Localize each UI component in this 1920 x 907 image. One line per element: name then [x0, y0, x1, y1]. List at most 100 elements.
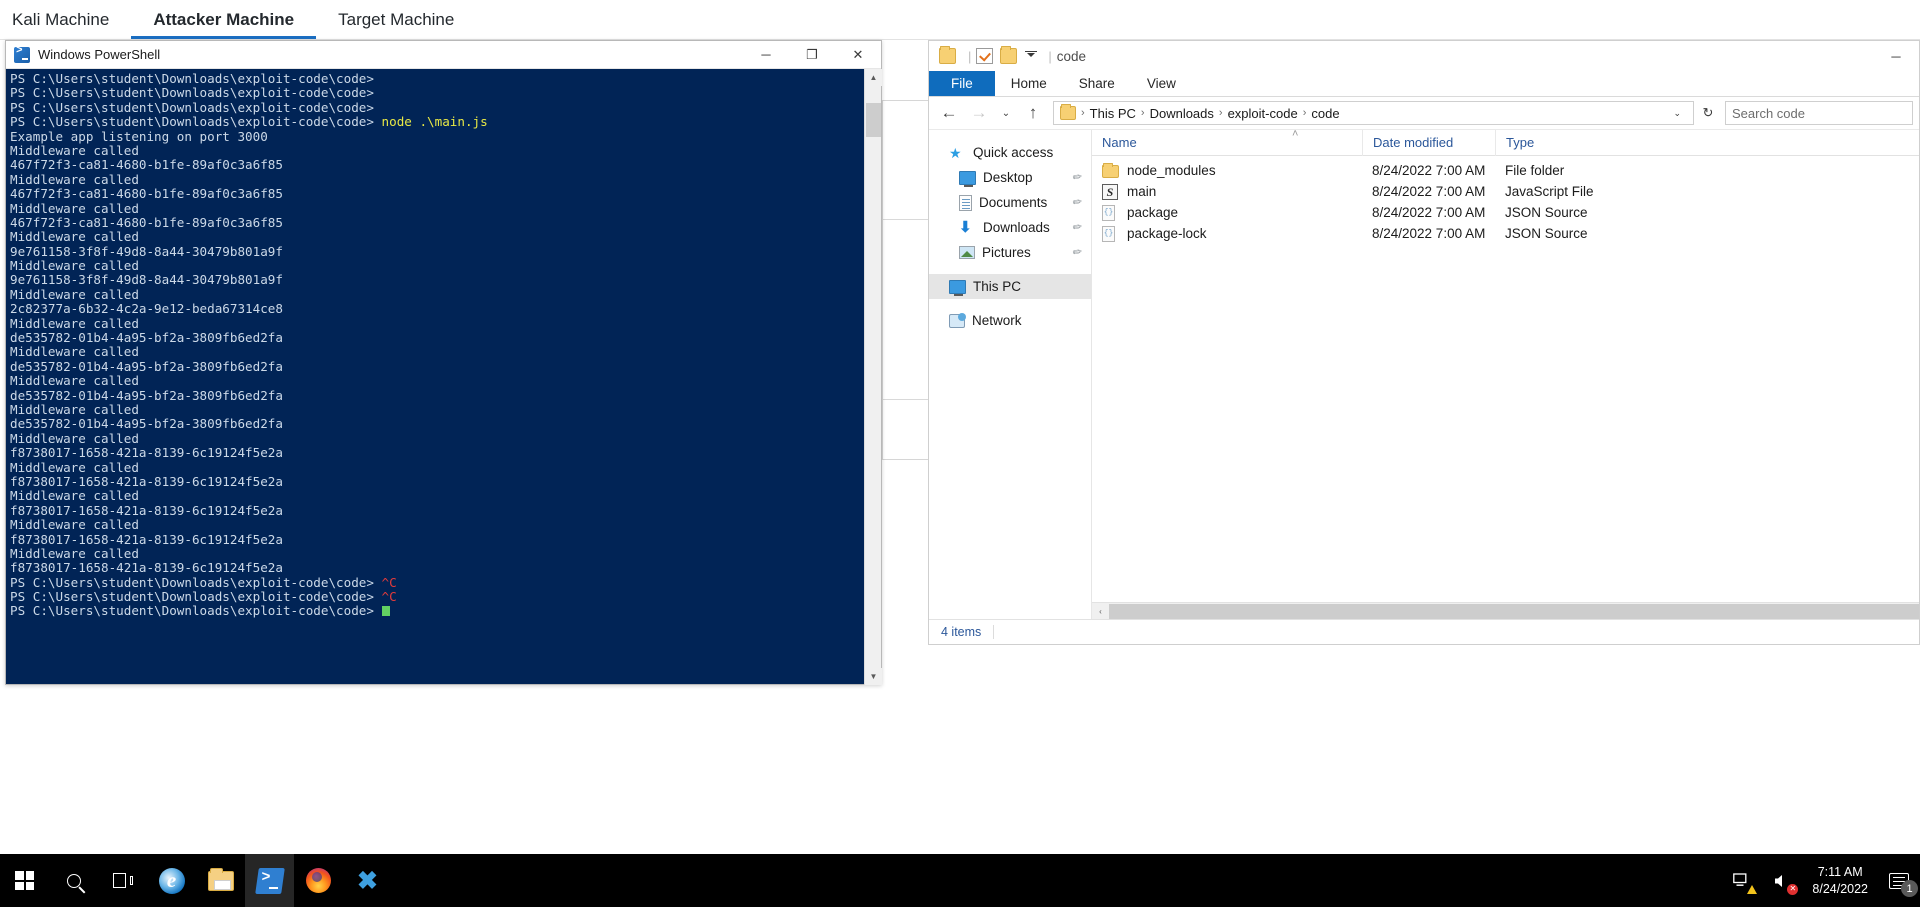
internet-explorer-icon: e	[158, 867, 185, 894]
sidebar-item-quick-access[interactable]: ★ Quick access	[929, 140, 1091, 165]
horizontal-scrollbar[interactable]: ‹	[1092, 602, 1919, 619]
sidebar-item-network[interactable]: Network	[929, 308, 1091, 333]
explorer-navigation-pane: ★ Quick access Desktop ✐ Documents ✐ ⬇ Download…	[929, 130, 1092, 619]
breadcrumb-downloads[interactable]: Downloads	[1146, 106, 1218, 121]
search-input[interactable]: Search code	[1725, 101, 1913, 125]
recent-locations-chevron-down-icon[interactable]: ⌄	[995, 99, 1017, 127]
network-warning-icon[interactable]	[1729, 868, 1758, 894]
console-prompt: PS C:\Users\student\Downloads\exploit-co…	[10, 99, 374, 115]
ribbon-tab-file[interactable]: File	[929, 71, 995, 96]
powershell-titlebar[interactable]: Windows PowerShell ─ ❐ ✕	[6, 41, 881, 69]
console-line: 467f72f3-ca81-4680-b1fe-89af0c3a6f85	[10, 186, 864, 201]
properties-icon[interactable]	[976, 48, 994, 64]
refresh-icon[interactable]: ↻	[1696, 101, 1720, 125]
console-line: Middleware called	[10, 374, 864, 388]
vscode-button[interactable]: ✖	[343, 854, 392, 907]
maximize-button[interactable]: ❐	[789, 41, 835, 69]
start-button[interactable]	[0, 854, 49, 907]
up-button[interactable]: ↑	[1019, 99, 1047, 127]
new-folder-icon[interactable]	[1000, 46, 1018, 64]
picture-icon	[959, 246, 975, 259]
pin-icon[interactable]: ✐	[1069, 195, 1084, 210]
task-view-button[interactable]	[98, 854, 147, 907]
breadcrumb-this-pc[interactable]: This PC	[1086, 106, 1140, 121]
ribbon-tab-share[interactable]: Share	[1063, 71, 1131, 96]
console-text: Middleware called	[10, 286, 139, 302]
console-text: Middleware called	[10, 142, 139, 158]
explorer-titlebar[interactable]: | | code ─	[929, 41, 1919, 71]
powershell-scroll-thumb[interactable]	[866, 103, 881, 137]
powershell-button[interactable]	[245, 854, 294, 907]
folder-icon[interactable]	[939, 46, 956, 64]
table-row[interactable]: {} package-lock 8/24/2022 7:00 AM JSON Sour…	[1092, 223, 1919, 244]
tab-attacker-machine[interactable]: Attacker Machine	[131, 11, 317, 39]
table-row[interactable]: {} package 8/24/2022 7:00 AM JSON Source	[1092, 202, 1919, 223]
sidebar-item-documents[interactable]: Documents ✐	[929, 190, 1091, 215]
console-line: Middleware called	[10, 286, 864, 302]
powershell-title: Windows PowerShell	[38, 47, 161, 62]
powershell-scrollbar[interactable]: ▲ ▼	[864, 69, 882, 685]
sidebar-item-downloads[interactable]: ⬇ Downloads ✐	[929, 215, 1091, 240]
close-button[interactable]: ✕	[835, 41, 881, 69]
breadcrumb-code[interactable]: code	[1307, 106, 1343, 121]
internet-explorer-button[interactable]: e	[147, 854, 196, 907]
document-icon	[959, 194, 972, 211]
download-arrow-icon: ⬇	[959, 218, 972, 236]
vscode-icon: ✖	[357, 866, 378, 895]
file-date-cell: 8/24/2022 7:00 AM	[1372, 226, 1486, 241]
column-header-type[interactable]: Type	[1495, 129, 1615, 156]
back-button[interactable]: ←	[935, 99, 963, 127]
sidebar-item-desktop[interactable]: Desktop ✐	[929, 165, 1091, 190]
file-type-cell: JSON Source	[1505, 226, 1588, 241]
table-row[interactable]: node_modules 8/24/2022 7:00 AM File folder	[1092, 160, 1919, 181]
address-dropdown-chevron-down-icon[interactable]: ⌄	[1665, 108, 1689, 119]
sidebar-item-label: Documents	[979, 195, 1048, 210]
json-glyph: {}	[1102, 204, 1115, 221]
windows-logo-icon	[15, 871, 34, 890]
console-line: 467f72f3-ca81-4680-b1fe-89af0c3a6f85	[10, 215, 864, 230]
console-text: 467f72f3-ca81-4680-b1fe-89af0c3a6f85	[10, 157, 283, 173]
folder-icon	[207, 867, 234, 891]
customize-toolbar-chevron-down-icon[interactable]	[1024, 48, 1038, 64]
scroll-down-arrow-icon[interactable]: ▼	[865, 668, 882, 685]
column-header-name[interactable]: Name	[1092, 130, 1362, 156]
console-command: node .\main.js	[373, 114, 488, 130]
pin-icon[interactable]: ✐	[1069, 220, 1084, 235]
search-button[interactable]	[49, 854, 98, 907]
file-explorer-button[interactable]	[196, 854, 245, 907]
firefox-button[interactable]	[294, 854, 343, 907]
scroll-left-arrow-icon[interactable]: ‹	[1092, 603, 1109, 620]
toolbar-divider: |	[968, 48, 972, 64]
powershell-console-output[interactable]: PS C:\Users\student\Downloads\exploit-co…	[6, 69, 864, 685]
action-center-button[interactable]: 1	[1878, 854, 1920, 907]
console-line: Middleware called	[10, 402, 864, 417]
console-text: Middleware called	[10, 171, 139, 187]
table-row[interactable]: Smain 8/24/2022 7:00 AM JavaScript File	[1092, 181, 1919, 202]
console-text: Middleware called	[10, 258, 139, 274]
explorer-minimize-button[interactable]: ─	[1873, 41, 1919, 71]
pin-icon[interactable]: ✐	[1069, 245, 1084, 260]
pin-icon[interactable]: ✐	[1069, 170, 1084, 185]
tab-target-machine[interactable]: Target Machine	[316, 11, 476, 39]
console-prompt: PS C:\Users\student\Downloads\exploit-co…	[10, 603, 374, 619]
ribbon-tab-home[interactable]: Home	[995, 71, 1063, 96]
console-line: f8738017-1658-421a-8139-6c19124f5e2a	[10, 532, 864, 547]
scroll-up-arrow-icon[interactable]: ▲	[865, 69, 882, 86]
console-text: Middleware called	[10, 545, 139, 561]
breadcrumb-exploit-code[interactable]: exploit-code	[1224, 106, 1302, 121]
minimize-button[interactable]: ─	[743, 41, 789, 69]
horizontal-scroll-thumb[interactable]	[1109, 603, 1919, 619]
console-line: Middleware called	[10, 545, 864, 561]
forward-button[interactable]: →	[965, 99, 993, 127]
sidebar-item-this-pc[interactable]: This PC	[929, 274, 1091, 299]
sidebar-item-pictures[interactable]: Pictures ✐	[929, 240, 1091, 265]
breadcrumb[interactable]: › This PC › Downloads › exploit-code › c…	[1053, 101, 1694, 125]
ribbon-tab-view[interactable]: View	[1131, 71, 1192, 96]
volume-muted-icon[interactable]: ✕	[1769, 868, 1799, 895]
console-text: 9e761158-3f8f-49d8-8a44-30479b801a9f	[10, 272, 283, 288]
tab-kali-machine[interactable]: Kali Machine	[0, 11, 131, 39]
column-header-date-modified[interactable]: Date modified	[1362, 129, 1495, 156]
clock[interactable]: 7:11 AM 8/24/2022	[1802, 864, 1878, 898]
explorer-status-bar: 4 items	[929, 619, 1919, 644]
horizontal-scroll-track[interactable]	[1109, 603, 1919, 620]
